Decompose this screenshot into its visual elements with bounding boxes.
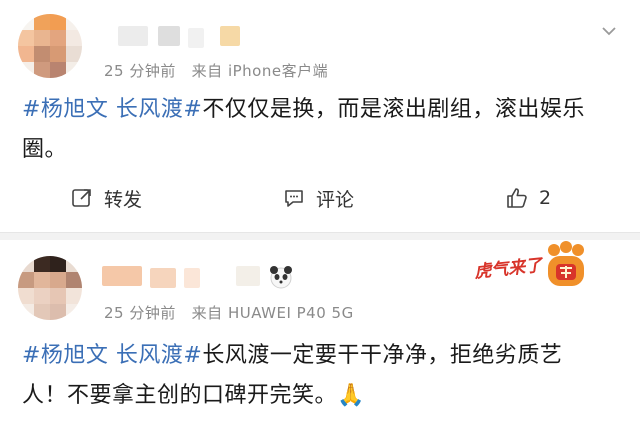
festival-badge: 虎气来了 xyxy=(473,254,544,284)
badge-text: 虎气来了 xyxy=(473,255,544,283)
post-text: 圈。 xyxy=(22,137,68,162)
post-text: 长风渡一定要干干净净，拒绝劣质艺 xyxy=(202,343,563,368)
weibo-post: 25 分钟前 来自 iPhone客户端 #杨旭文 长风渡#不仅仅是换，而是滚出剧… xyxy=(0,0,640,232)
like-button[interactable]: 2 xyxy=(505,176,551,220)
avatar[interactable] xyxy=(18,256,82,320)
repost-button[interactable]: 转发 xyxy=(70,176,142,220)
post-time: 25 分钟前 xyxy=(104,304,176,322)
hashtag-link[interactable]: #杨旭文 长风渡# xyxy=(22,343,202,368)
username-blurred[interactable] xyxy=(150,268,176,288)
username-blurred[interactable] xyxy=(184,268,200,288)
repost-label: 转发 xyxy=(104,188,143,211)
weibo-post: 25 分钟前 来自 HUAWEI P40 5G 虎气来了 #杨旭文 长风渡#长风… xyxy=(0,240,640,424)
tiger-paw-icon xyxy=(548,241,584,286)
hashtag-link[interactable]: #杨旭文 长风渡# xyxy=(22,97,202,122)
post-text: 不仅仅是换，而是滚出剧组，滚出娱乐 xyxy=(202,97,585,122)
username-blurred[interactable] xyxy=(188,28,204,48)
avatar[interactable] xyxy=(18,14,82,78)
post-meta: 25 分钟前 来自 HUAWEI P40 5G xyxy=(104,302,354,323)
comment-icon xyxy=(285,190,303,207)
post-source: 来自 HUAWEI P40 5G xyxy=(191,304,354,322)
comment-button[interactable]: 评论 xyxy=(282,176,354,220)
username-blurred[interactable] xyxy=(158,26,180,46)
user-badge xyxy=(220,26,240,46)
post-content: #杨旭文 长风渡#长风渡一定要干干净净，拒绝劣质艺 人！不要拿主创的口碑开完笑。… xyxy=(22,336,622,416)
post-content: #杨旭文 长风渡#不仅仅是换，而是滚出剧组，滚出娱乐 圈。 xyxy=(22,90,622,170)
comment-label: 评论 xyxy=(316,188,355,211)
post-meta: 25 分钟前 来自 iPhone客户端 xyxy=(104,60,328,81)
action-bar: 转发 评论 2 xyxy=(0,176,640,220)
user-badge xyxy=(236,266,260,286)
post-divider xyxy=(0,232,640,240)
chevron-down-icon[interactable] xyxy=(600,22,618,40)
post-time: 25 分钟前 xyxy=(104,62,176,80)
panda-icon xyxy=(270,266,292,289)
like-icon xyxy=(507,188,527,208)
repost-icon xyxy=(72,189,91,207)
username-blurred[interactable] xyxy=(118,26,148,46)
username-blurred[interactable] xyxy=(102,266,142,286)
pray-emoji: 🙏 xyxy=(337,383,365,408)
like-count: 2 xyxy=(539,187,552,209)
post-text: 人！不要拿主创的口碑开完笑。 xyxy=(22,383,338,408)
post-source: 来自 iPhone客户端 xyxy=(191,62,329,80)
